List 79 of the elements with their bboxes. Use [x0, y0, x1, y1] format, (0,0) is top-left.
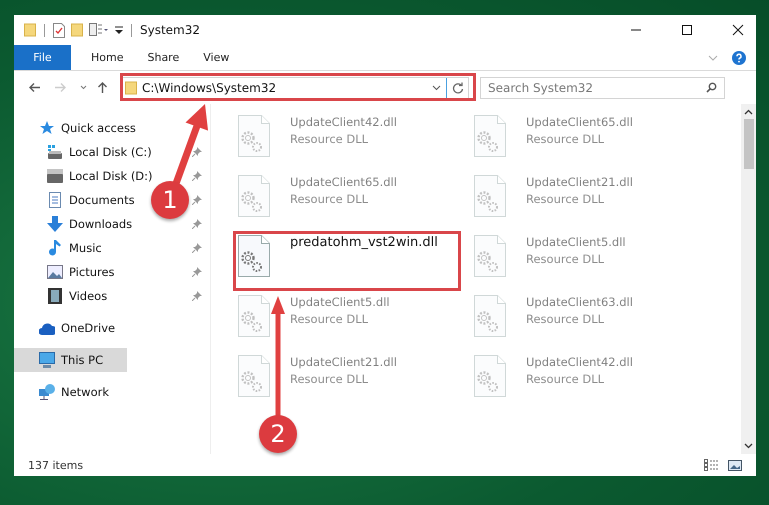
window-title: System32 — [140, 23, 200, 37]
file-type: Resource DLL — [526, 312, 606, 326]
ribbon-tab[interactable]: Home — [79, 45, 136, 70]
pin-icon[interactable] — [192, 267, 202, 277]
scroll-up-icon[interactable] — [744, 109, 753, 115]
address-bar[interactable]: C:\Windows\System32 — [120, 76, 469, 98]
scroll-down-icon[interactable] — [744, 443, 753, 449]
drive-icon — [47, 168, 63, 184]
file-type: Resource DLL — [290, 132, 370, 146]
downloads-icon — [47, 216, 63, 232]
forward-arrow-icon[interactable] — [54, 82, 67, 93]
pictures-icon — [47, 264, 63, 280]
view-options-icon[interactable] — [89, 23, 109, 37]
sidebar-item[interactable]: Network — [14, 380, 114, 404]
search-field[interactable]: Search System32 — [480, 76, 725, 98]
system-drive-icon — [47, 144, 63, 160]
file-name[interactable]: UpdateClient63.dll — [526, 295, 633, 309]
details-view-icon[interactable] — [704, 459, 720, 471]
file-type: Resource DLL — [526, 372, 606, 386]
up-arrow-icon[interactable] — [97, 81, 108, 94]
sidebar-item[interactable]: Music — [14, 236, 106, 260]
file-type: Resource DLL — [526, 252, 606, 266]
sidebar-item[interactable]: Documents — [14, 188, 139, 212]
sidebar-item[interactable]: OneDrive — [14, 316, 120, 340]
file-name[interactable]: UpdateClient42.dll — [290, 115, 397, 129]
dll-file-icon[interactable] — [238, 235, 270, 277]
search-icon[interactable] — [706, 82, 717, 92]
recent-dropdown-icon[interactable] — [80, 85, 87, 90]
file-type: Resource DLL — [290, 192, 370, 206]
file-name[interactable]: UpdateClient5.dll — [290, 295, 390, 309]
sidebar-item[interactable]: Quick access — [14, 116, 140, 140]
file-name[interactable]: UpdateClient21.dll — [526, 175, 633, 189]
large-icons-view-icon[interactable] — [728, 460, 742, 470]
file-name[interactable]: UpdateClient42.dll — [526, 355, 633, 369]
file-type: Resource DLL — [290, 372, 370, 386]
file-name[interactable]: UpdateClient5.dll — [526, 235, 626, 249]
star-icon — [39, 120, 55, 136]
sidebar-item[interactable]: This PC — [14, 348, 126, 372]
pin-icon[interactable] — [192, 243, 202, 253]
address-path: C:\Windows\System32 — [142, 80, 278, 94]
file-type: Resource DLL — [526, 192, 606, 206]
sidebar-item[interactable]: Downloads — [14, 212, 136, 236]
videos-icon — [47, 288, 63, 304]
dropdown-icon[interactable] — [432, 84, 441, 90]
close-icon[interactable] — [732, 24, 744, 36]
music-icon — [47, 240, 63, 256]
properties-icon[interactable] — [53, 22, 65, 38]
item-count: 137 items — [28, 458, 84, 472]
pin-icon[interactable] — [192, 219, 202, 229]
ribbon-tab[interactable]: File — [14, 45, 71, 70]
network-icon — [39, 384, 55, 400]
pin-icon[interactable] — [192, 195, 202, 205]
expand-ribbon-icon[interactable] — [708, 54, 718, 60]
ribbon-tab[interactable]: View — [191, 45, 242, 70]
scroll-thumb[interactable] — [744, 119, 754, 169]
back-arrow-icon[interactable] — [28, 82, 41, 93]
file-name[interactable]: UpdateClient65.dll — [290, 175, 397, 189]
pin-icon[interactable] — [192, 147, 202, 157]
refresh-icon[interactable] — [452, 82, 464, 94]
help-icon[interactable] — [732, 50, 746, 64]
pin-icon[interactable] — [192, 171, 202, 181]
maximize-icon[interactable] — [681, 24, 693, 36]
file-type: Resource DLL — [290, 312, 370, 326]
sidebar-item[interactable]: Pictures — [14, 260, 119, 284]
scrollbar[interactable] — [741, 104, 756, 454]
sidebar-item[interactable]: Local Disk (C:) — [14, 140, 156, 164]
sidebar-item[interactable]: Videos — [14, 284, 112, 308]
customize-toolbar-icon[interactable] — [115, 26, 123, 34]
folder-icon — [125, 80, 137, 94]
file-name[interactable]: UpdateClient65.dll — [526, 115, 633, 129]
documents-icon — [47, 192, 63, 208]
pc-icon — [39, 352, 55, 368]
pin-icon[interactable] — [192, 291, 202, 301]
folder-icon[interactable] — [24, 23, 36, 37]
file-type: Resource DLL — [526, 132, 606, 146]
file-name[interactable]: predatohm_vst2win.dll — [290, 235, 438, 250]
new-folder-icon[interactable] — [71, 23, 83, 37]
file-name[interactable]: UpdateClient21.dll — [290, 355, 397, 369]
ribbon-tab[interactable]: Share — [135, 45, 192, 70]
